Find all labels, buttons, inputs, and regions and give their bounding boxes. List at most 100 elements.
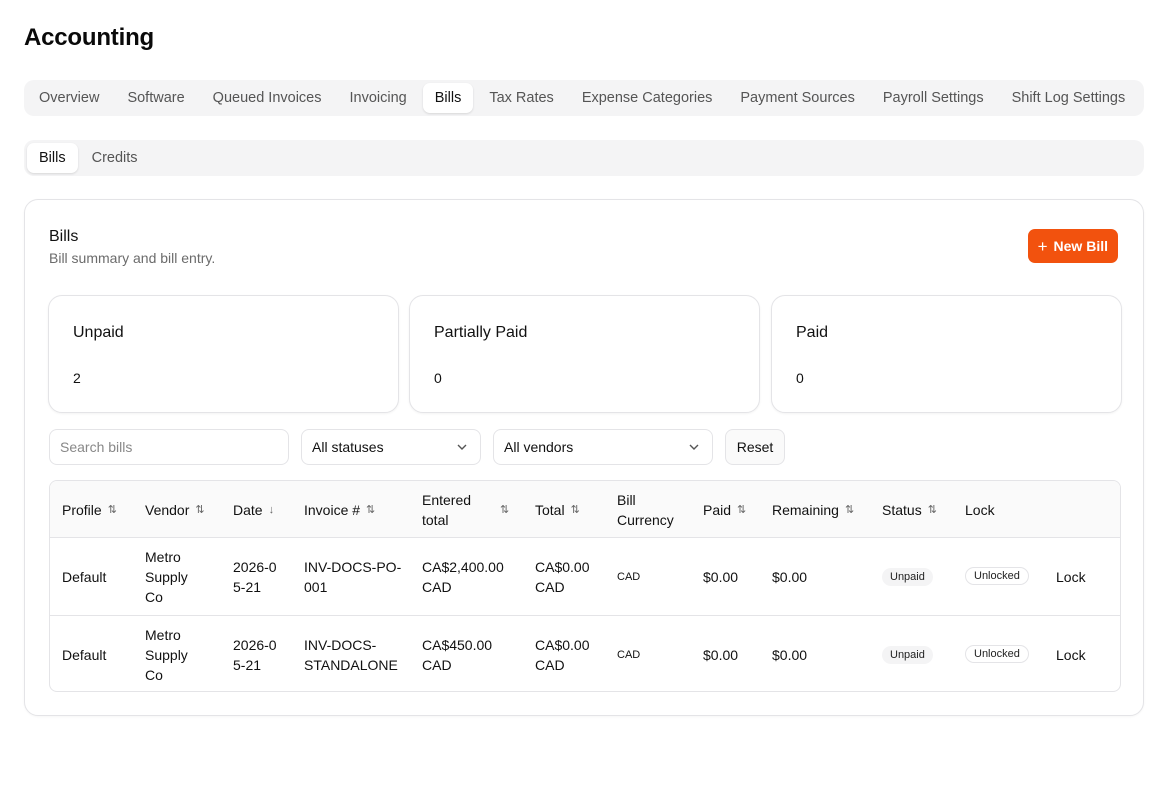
cell-total: CA$0.00 CAD: [535, 636, 590, 673]
tab-label: Tax Rates: [489, 90, 554, 106]
status-select[interactable]: All statuses: [301, 429, 481, 465]
plus-icon: +: [1037, 236, 1048, 256]
cell-vendor: Metro Supply Co: [145, 548, 188, 605]
table-header: Profile ⇅ Vendor ⇅ Date ↓ Invoice # ⇅ Entere…: [50, 481, 1120, 538]
status-badge: Unpaid: [882, 568, 933, 586]
column-header-total[interactable]: Total ⇅: [535, 481, 580, 538]
tab-label: Overview: [39, 90, 100, 106]
stat-label: Paid: [796, 324, 829, 341]
tab-overview[interactable]: Overview: [27, 83, 111, 113]
tab-label: Payroll Settings: [882, 90, 984, 106]
stat-label: Partially Paid: [434, 324, 528, 341]
subtab-label: Credits: [91, 150, 138, 166]
column-header-vendor[interactable]: Vendor ⇅: [145, 481, 205, 538]
new-bill-label: New Bill: [1053, 238, 1108, 254]
lock-state-badge: Unlocked: [965, 567, 1029, 585]
column-header-profile[interactable]: Profile ⇅: [62, 481, 117, 538]
tab-label: Expense Categories: [581, 90, 713, 106]
stat-value: 0: [796, 370, 804, 386]
subtab-label: Bills: [39, 150, 66, 166]
page-title: Accounting: [24, 24, 154, 51]
table-row: Default Metro Supply Co 2026-05-21 INV-D…: [50, 615, 1120, 691]
column-label: Total: [535, 501, 565, 518]
column-header-remaining[interactable]: Remaining ⇅: [772, 481, 854, 538]
chevron-down-icon: [689, 444, 699, 450]
lock-button[interactable]: Lock: [1056, 538, 1086, 615]
column-header-paid[interactable]: Paid ⇅: [703, 481, 746, 538]
search-input[interactable]: [49, 429, 289, 465]
sort-icon: ⇅: [195, 503, 205, 516]
column-label: Date: [233, 501, 263, 518]
cell-vendor: Metro Supply Co: [145, 626, 188, 683]
cell-entered-total: CA$2,400.00 CAD: [422, 558, 504, 595]
tab-label: Software: [127, 90, 185, 106]
column-label: Entered total: [422, 491, 472, 528]
cell-invoice: INV-DOCS-PO-001: [304, 558, 402, 595]
column-header-entered-total[interactable]: Entered total ⇅: [422, 481, 512, 538]
cell-paid: $0.00: [703, 568, 739, 585]
tab-label: Shift Log Settings: [1011, 90, 1126, 106]
table-row: Default Metro Supply Co 2026-05-21 INV-D…: [50, 538, 1120, 615]
cell-remaining: $0.00: [772, 568, 808, 585]
cell-total: CA$0.00 CAD: [535, 558, 590, 595]
column-label: Paid: [703, 501, 732, 518]
column-label: Vendor: [145, 501, 190, 518]
subtab-credits[interactable]: Credits: [80, 143, 150, 173]
sort-icon: ⇅: [366, 503, 376, 516]
sort-icon: ⇅: [737, 503, 747, 516]
cell-entered-total: CA$450.00 CAD: [422, 636, 493, 673]
reset-button[interactable]: Reset: [725, 429, 785, 465]
stat-unpaid: Unpaid 2: [48, 295, 399, 413]
column-header-date[interactable]: Date ↓: [233, 481, 274, 538]
sort-icon: ⇅: [107, 503, 117, 516]
tab-label: Bills: [434, 90, 462, 106]
tab-payroll-settings[interactable]: Payroll Settings: [871, 83, 996, 113]
cell-invoice: INV-DOCS-STANDALONE: [304, 636, 398, 673]
cell-currency: CAD: [617, 570, 641, 583]
tab-payment-sources[interactable]: Payment Sources: [728, 83, 866, 113]
status-select-value: All statuses: [312, 439, 384, 455]
tab-expense-categories[interactable]: Expense Categories: [570, 83, 725, 113]
tab-tax-rates[interactable]: Tax Rates: [477, 83, 565, 113]
cell-profile: Default: [62, 568, 107, 585]
cell-paid: $0.00: [703, 646, 739, 663]
new-bill-button[interactable]: + New Bill: [1027, 229, 1118, 263]
column-label: Profile: [62, 501, 102, 518]
tab-label: Payment Sources: [740, 90, 855, 106]
stat-partially-paid: Partially Paid 0: [409, 295, 760, 413]
column-header-status[interactable]: Status ⇅: [882, 481, 937, 538]
stat-label: Unpaid: [73, 324, 124, 341]
stat-paid: Paid 0: [771, 295, 1122, 413]
bills-table: Profile ⇅ Vendor ⇅ Date ↓ Invoice # ⇅ Entere…: [49, 480, 1121, 692]
cell-remaining: $0.00: [772, 646, 808, 663]
subtab-bills[interactable]: Bills: [27, 143, 78, 173]
card-title: Bills: [49, 228, 79, 245]
sort-down-icon: ↓: [268, 503, 275, 516]
column-header-lock: Lock: [965, 481, 995, 538]
vendor-select[interactable]: All vendors: [493, 429, 713, 465]
column-label: Remaining: [772, 501, 839, 518]
column-header-bill-currency: Bill Currency: [617, 481, 683, 538]
tab-bills[interactable]: Bills: [422, 83, 474, 113]
stat-value: 2: [73, 370, 81, 386]
cell-date: 2026-05-21: [233, 558, 277, 595]
tab-queued-invoices[interactable]: Queued Invoices: [201, 83, 334, 113]
cell-date: 2026-05-21: [233, 636, 277, 673]
column-label: Invoice #: [304, 501, 361, 518]
column-header-invoice[interactable]: Invoice # ⇅: [304, 481, 375, 538]
tab-invoicing[interactable]: Invoicing: [338, 83, 419, 113]
sort-icon: ⇅: [927, 503, 937, 516]
tab-label: Invoicing: [349, 90, 407, 106]
sub-tabs: Bills Credits: [24, 140, 1144, 176]
cell-currency: CAD: [617, 648, 641, 661]
lock-button[interactable]: Lock: [1056, 616, 1086, 691]
main-tabs: Overview Software Queued Invoices Invoic…: [24, 80, 1144, 116]
column-label: Status: [882, 501, 922, 518]
sort-icon: ⇅: [570, 503, 580, 516]
tab-software[interactable]: Software: [115, 83, 196, 113]
tab-shift-log-settings[interactable]: Shift Log Settings: [1000, 83, 1138, 113]
column-label: Lock: [965, 501, 995, 518]
status-badge: Unpaid: [882, 646, 933, 664]
stat-value: 0: [434, 370, 442, 386]
sort-icon: ⇅: [500, 503, 510, 516]
